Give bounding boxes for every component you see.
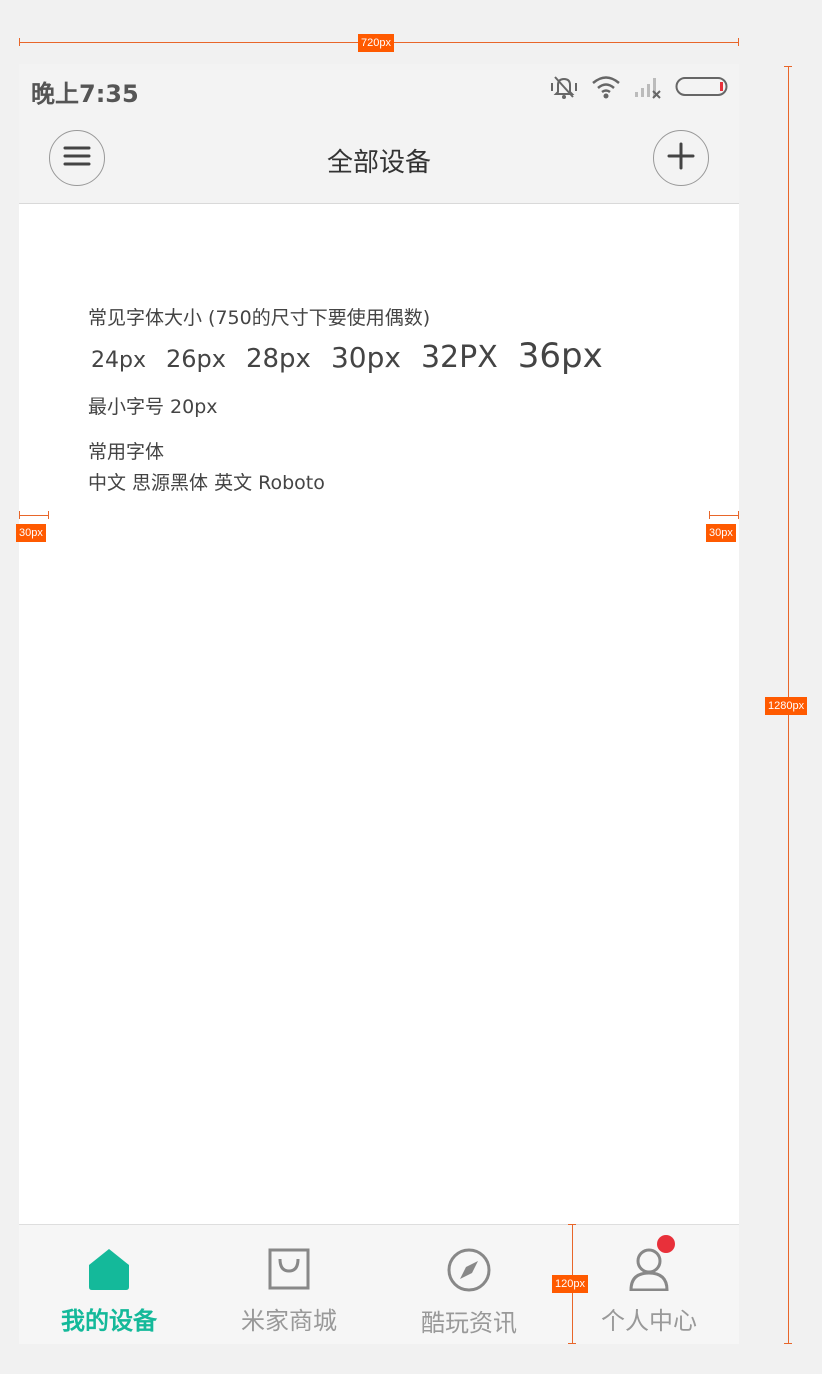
size-sample: 28px (245, 344, 311, 374)
tab-height-cap-top (568, 1224, 576, 1225)
cellular-signal-icon (633, 75, 663, 103)
tab-label: 米家商城 (241, 1307, 337, 1335)
common-fonts-title: 常用字体 (88, 441, 165, 463)
navigation-bar: 全部设备 (19, 114, 739, 204)
notification-badge (657, 1235, 675, 1253)
right-margin-dimension-label: 30px (706, 524, 736, 542)
left-margin-dimension-label: 30px (16, 524, 46, 542)
tab-height-dimension-label: 120px (552, 1275, 588, 1293)
mute-vibrate-icon (549, 74, 579, 104)
font-size-samples: 24px 26px 28px 30px 32PX 36px (88, 336, 623, 376)
status-icons (549, 76, 729, 102)
total-height-cap-top (784, 66, 792, 67)
left-margin-dimension-line (19, 515, 49, 516)
plus-icon (667, 142, 695, 174)
common-sizes-title: 常见字体大小 (750的尺寸下要使用偶数) (88, 307, 431, 329)
width-dimension-cap-right (738, 38, 739, 46)
battery-icon (675, 76, 729, 102)
size-sample: 26px (165, 345, 226, 373)
right-margin-dimension-line (709, 515, 739, 516)
size-sample: 24px (91, 348, 146, 373)
status-bar: 晚上7:35 (19, 64, 739, 114)
left-margin-cap-left (19, 511, 20, 519)
tab-label: 个人中心 (601, 1307, 697, 1335)
tab-mi-store[interactable]: 米家商城 (199, 1225, 379, 1344)
total-height-cap-bottom (784, 1343, 792, 1344)
tab-label: 酷玩资讯 (421, 1309, 517, 1337)
common-fonts-detail: 中文 思源黑体 英文 Roboto (88, 472, 325, 494)
width-dimension-cap-left (19, 38, 20, 46)
right-margin-cap-right (738, 511, 739, 519)
home-icon (87, 1247, 131, 1295)
bottom-tab-bar: 我的设备 米家商城 酷玩资讯 个人中心 (19, 1224, 739, 1344)
tab-news[interactable]: 酷玩资讯 (379, 1225, 559, 1344)
compass-icon (446, 1247, 492, 1297)
total-height-dimension-label: 1280px (765, 697, 808, 715)
wifi-icon (591, 75, 621, 103)
size-sample: 30px (330, 341, 401, 374)
left-margin-cap-right (48, 511, 49, 519)
size-sample: 36px (517, 336, 603, 376)
phone-screen: 晚上7:35 全部设备 常见字体大小 (750的尺寸下要使用偶数) 24px 2… (19, 64, 739, 1344)
page-title: 全部设备 (326, 148, 431, 178)
min-size-note: 最小字号 20px (88, 396, 218, 418)
typography-spec: 常见字体大小 (750的尺寸下要使用偶数) 24px 26px 28px 30p… (88, 306, 623, 495)
tab-my-devices[interactable]: 我的设备 (19, 1225, 199, 1344)
width-dimension-label: 720px (358, 34, 394, 52)
tab-label: 我的设备 (61, 1307, 157, 1335)
shopping-bag-icon (267, 1247, 311, 1295)
add-device-button[interactable] (653, 130, 709, 186)
right-margin-cap-left (709, 511, 710, 519)
status-time: 晚上7:35 (31, 80, 139, 108)
tab-height-cap-bottom (568, 1343, 576, 1344)
size-sample: 32PX (420, 340, 498, 375)
user-icon (627, 1247, 671, 1295)
